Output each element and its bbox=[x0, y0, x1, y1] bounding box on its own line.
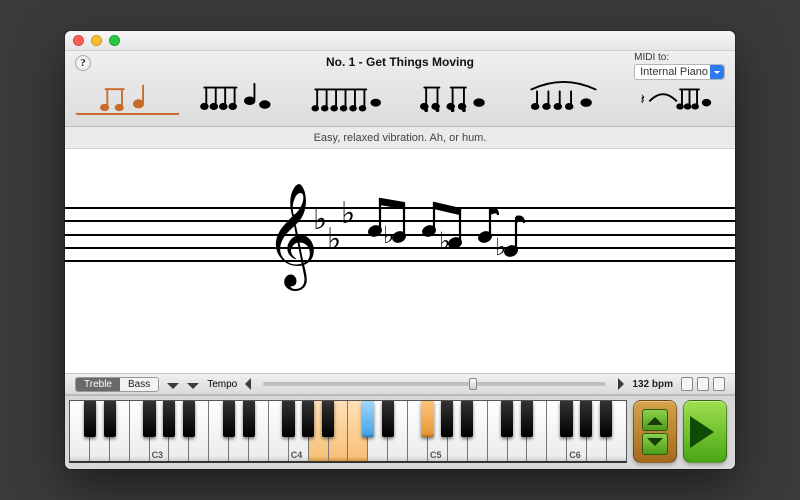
black-key[interactable] bbox=[183, 401, 195, 437]
octave-down-button-2[interactable] bbox=[187, 377, 199, 392]
clef-treble-button[interactable]: Treble bbox=[76, 378, 120, 391]
clef-bass-button[interactable]: Bass bbox=[120, 378, 158, 391]
svg-text:♭: ♭ bbox=[495, 234, 506, 261]
svg-text:♭: ♭ bbox=[327, 223, 341, 256]
tempo-increase-button[interactable] bbox=[618, 377, 624, 392]
titlebar bbox=[65, 31, 735, 51]
natural-toggle[interactable] bbox=[697, 377, 709, 391]
black-key[interactable] bbox=[580, 401, 592, 437]
tempo-slider[interactable] bbox=[263, 382, 606, 386]
transpose-down-button[interactable] bbox=[642, 433, 668, 455]
black-key[interactable] bbox=[282, 401, 294, 437]
transpose-up-button[interactable] bbox=[642, 409, 668, 431]
window-zoom-button[interactable] bbox=[109, 35, 120, 46]
transport-controls: Treble Bass Tempo 132 bpm bbox=[65, 373, 735, 395]
svg-text:♭: ♭ bbox=[313, 203, 327, 236]
svg-text:𝄽: 𝄽 bbox=[640, 92, 645, 109]
svg-text:♭: ♭ bbox=[383, 222, 394, 249]
black-key[interactable] bbox=[560, 401, 572, 437]
midi-output-select[interactable]: Internal Piano bbox=[634, 64, 725, 80]
svg-text:♭: ♭ bbox=[341, 197, 355, 230]
black-key[interactable] bbox=[600, 401, 612, 437]
tempo-decrease-button[interactable] bbox=[245, 377, 251, 392]
side-buttons bbox=[633, 400, 729, 463]
svg-text:♭: ♭ bbox=[439, 228, 450, 255]
chevron-down-icon bbox=[710, 65, 724, 79]
transpose-buttons bbox=[633, 400, 677, 463]
black-key[interactable] bbox=[104, 401, 116, 437]
midi-output-value: Internal Piano bbox=[640, 66, 708, 78]
key-label: C5 bbox=[430, 450, 442, 460]
exercise-title: No. 1 - Get Things Moving bbox=[75, 55, 725, 71]
pattern-5[interactable] bbox=[511, 79, 616, 115]
staff: 𝄞 ♭ ♭ ♭ ♭ ♭ bbox=[65, 207, 735, 263]
pattern-6[interactable]: 𝄽 bbox=[620, 79, 725, 115]
tempo-value: 132 bpm bbox=[632, 379, 673, 390]
pattern-4[interactable] bbox=[402, 79, 507, 115]
clef-segment: Treble Bass bbox=[75, 377, 159, 392]
black-key[interactable] bbox=[143, 401, 155, 437]
treble-clef-icon: 𝄞 bbox=[265, 191, 318, 281]
black-key[interactable] bbox=[521, 401, 533, 437]
app-window: ? No. 1 - Get Things Moving MIDI to: Int… bbox=[65, 31, 735, 469]
black-key[interactable] bbox=[501, 401, 513, 437]
tempo-label: Tempo bbox=[207, 379, 237, 390]
piano-keyboard: C3 C4 C5 C6 bbox=[69, 400, 627, 463]
key-label: C4 bbox=[291, 450, 303, 460]
key-label: C6 bbox=[569, 450, 581, 460]
octave-down-button[interactable] bbox=[167, 377, 179, 392]
black-key[interactable] bbox=[421, 401, 433, 437]
keyboard-panel: C3 C4 C5 C6 bbox=[65, 395, 735, 469]
black-key[interactable] bbox=[302, 401, 314, 437]
traffic-lights bbox=[73, 35, 120, 46]
midi-output-group: MIDI to: Internal Piano bbox=[634, 52, 725, 80]
flat-toggle[interactable] bbox=[681, 377, 693, 391]
black-key[interactable] bbox=[163, 401, 175, 437]
window-close-button[interactable] bbox=[73, 35, 84, 46]
key-label: C3 bbox=[152, 450, 164, 460]
black-key[interactable] bbox=[441, 401, 453, 437]
pattern-3[interactable] bbox=[293, 79, 398, 115]
black-key[interactable] bbox=[322, 401, 334, 437]
pattern-2[interactable] bbox=[184, 79, 289, 115]
melody-notation: ♭ ♭ ♭ ♭ ♭ ♭ bbox=[313, 193, 543, 277]
window-minimize-button[interactable] bbox=[91, 35, 102, 46]
score-area: 𝄞 ♭ ♭ ♭ ♭ ♭ bbox=[65, 149, 735, 373]
tempo-slider-thumb[interactable] bbox=[469, 378, 477, 390]
midi-label: MIDI to: bbox=[634, 52, 725, 63]
toolbar: ? No. 1 - Get Things Moving MIDI to: Int… bbox=[65, 51, 735, 127]
black-key[interactable] bbox=[223, 401, 235, 437]
black-key[interactable] bbox=[382, 401, 394, 437]
sharp-toggle[interactable] bbox=[713, 377, 725, 391]
instruction-text: Easy, relaxed vibration. Ah, or hum. bbox=[65, 127, 735, 149]
accidental-toggle-group bbox=[681, 377, 725, 391]
black-key[interactable] bbox=[362, 401, 374, 437]
black-key[interactable] bbox=[84, 401, 96, 437]
info-button[interactable]: ? bbox=[75, 55, 91, 71]
pattern-1[interactable] bbox=[75, 79, 180, 115]
play-button[interactable] bbox=[683, 400, 727, 463]
pattern-picker: 𝄽 bbox=[75, 79, 725, 115]
black-key[interactable] bbox=[461, 401, 473, 437]
black-key[interactable] bbox=[243, 401, 255, 437]
